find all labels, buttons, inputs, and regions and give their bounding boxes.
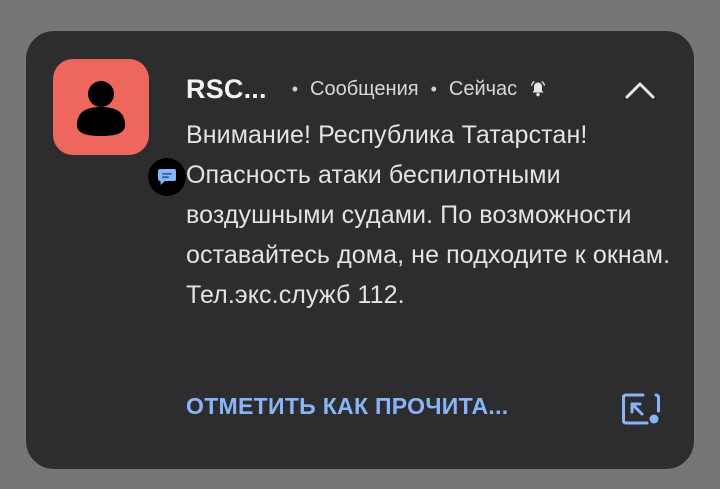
app-name: Сообщения (310, 77, 419, 100)
notification-card[interactable]: RSC... • Сообщения • Сейчас Внимание! Ре… (26, 31, 694, 469)
sender-name: RSC... (186, 73, 267, 104)
bell-alert-icon (529, 80, 547, 98)
separator-dot: • (291, 78, 299, 99)
messages-app-badge (148, 158, 186, 196)
notification-message: Внимание! Республика Татарстан! Опасност… (186, 121, 671, 309)
person-icon (77, 81, 125, 136)
notification-header: RSC... • Сообщения • Сейчас (186, 69, 547, 109)
chevron-up-icon (625, 82, 655, 99)
open-screen-icon (622, 393, 660, 425)
contact-avatar (53, 59, 186, 196)
mark-as-read-button[interactable]: ОТМЕТИТЬ КАК ПРОЧИТА... (186, 393, 509, 420)
timestamp: Сейчас (448, 77, 518, 100)
messages-app-icon (158, 169, 176, 185)
open-screen-button[interactable] (618, 388, 664, 430)
collapse-button[interactable] (620, 75, 660, 105)
separator-dot: • (430, 78, 437, 99)
